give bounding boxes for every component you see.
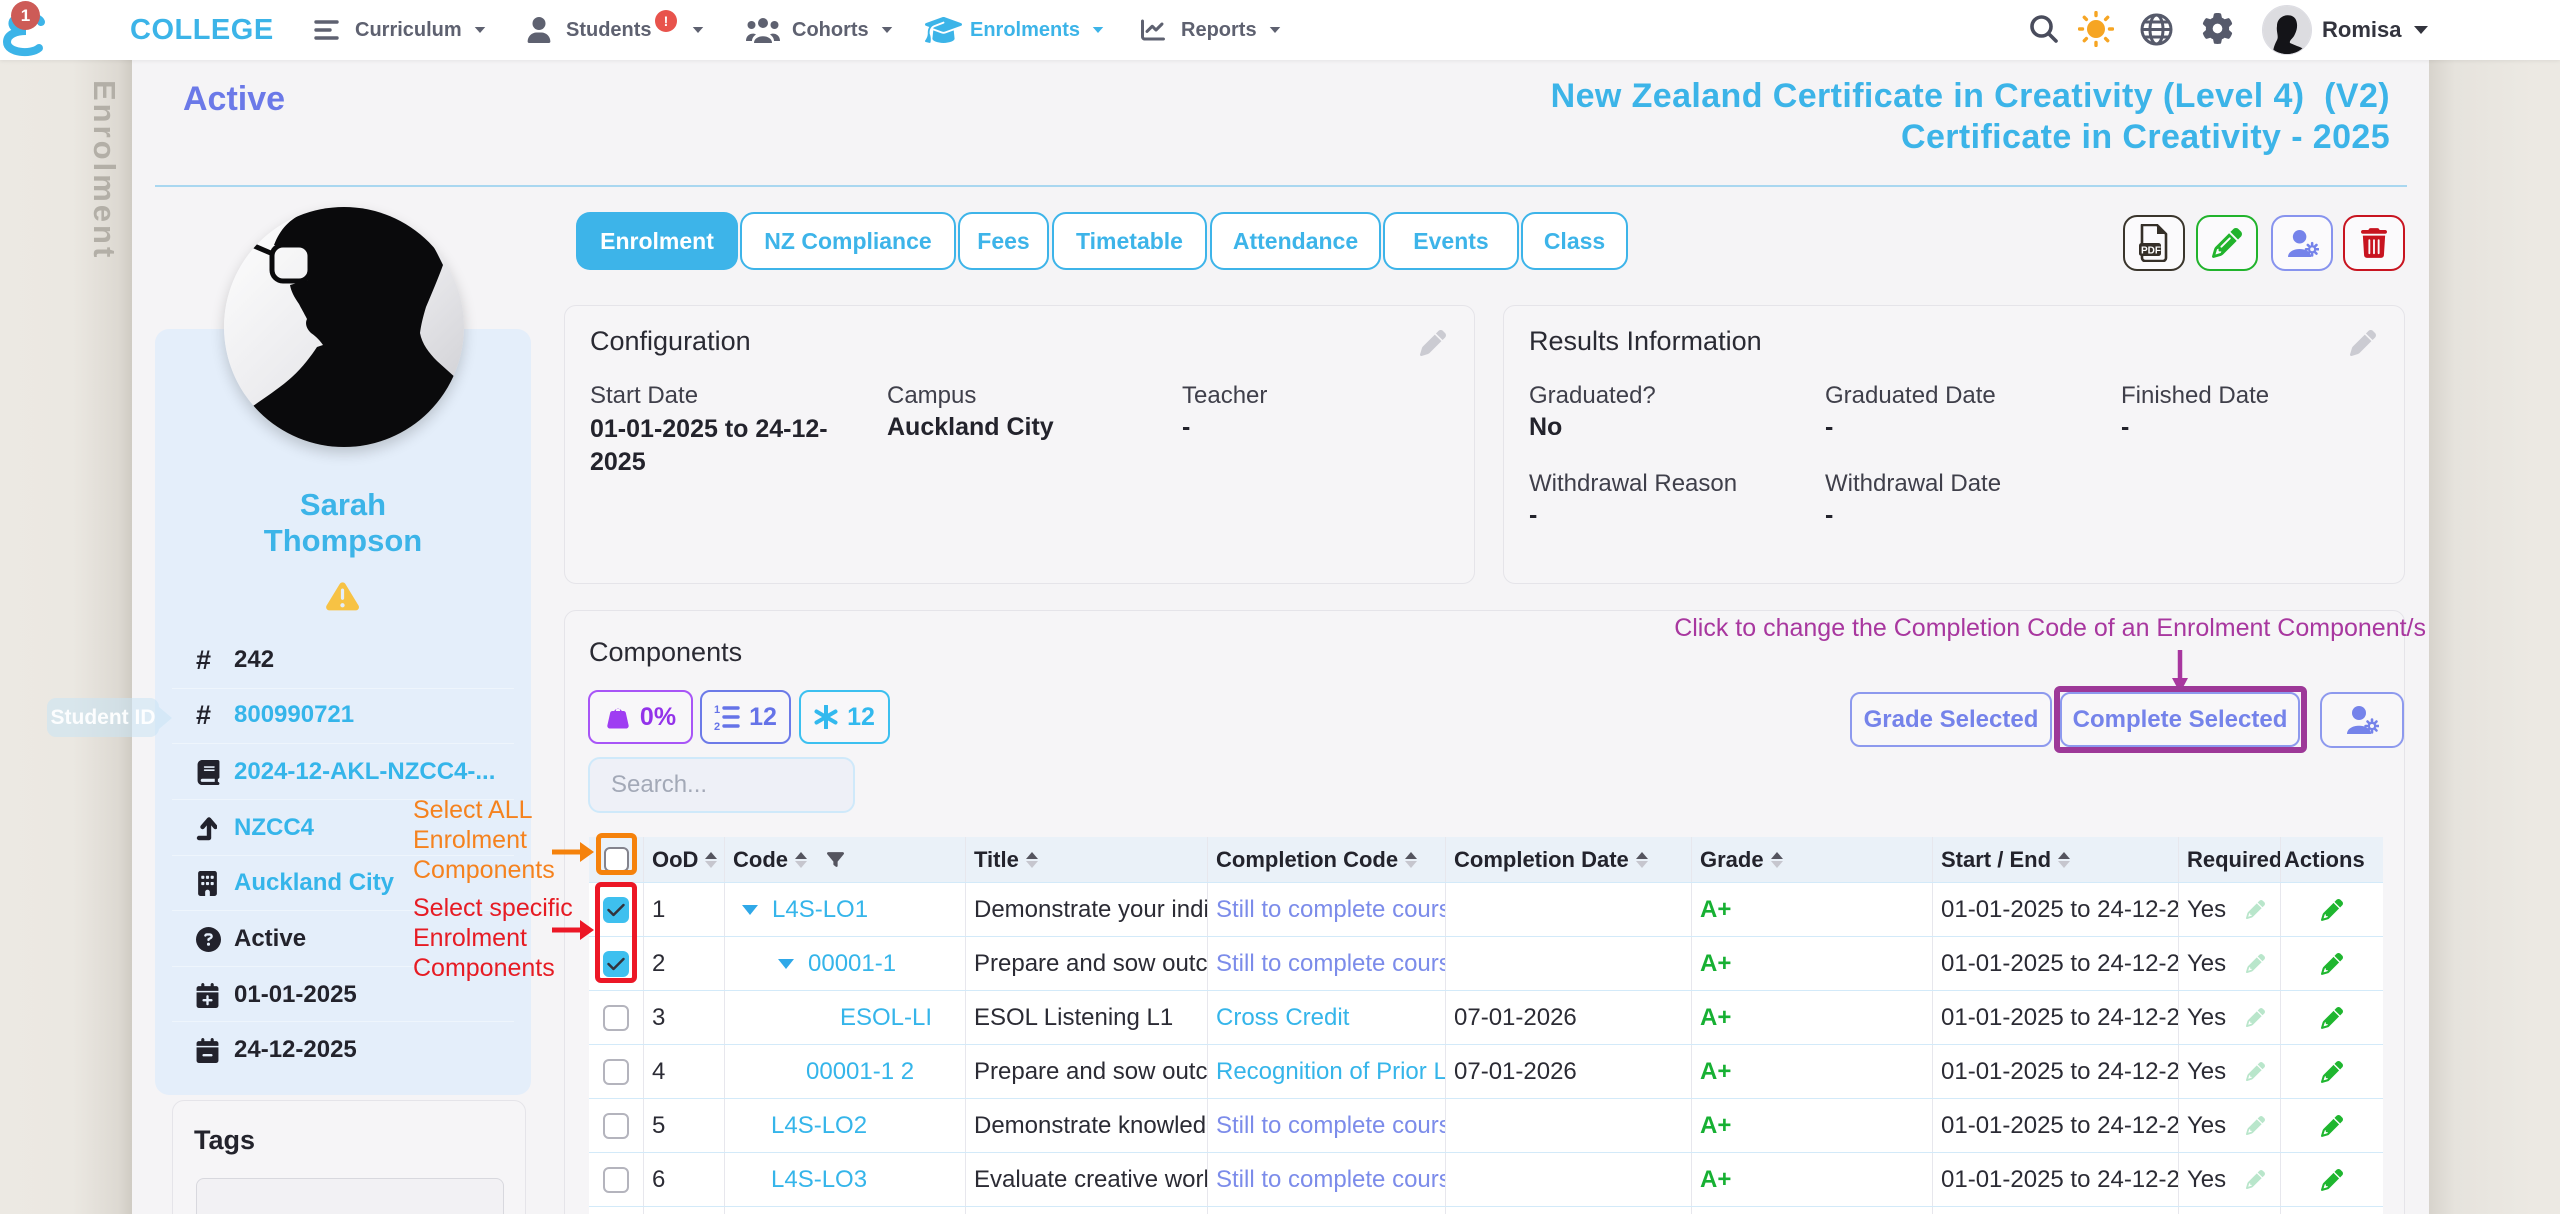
svg-text:1: 1 [714, 704, 720, 716]
svg-text:2: 2 [714, 721, 720, 730]
svg-text:PDF: PDF [2141, 246, 2161, 257]
